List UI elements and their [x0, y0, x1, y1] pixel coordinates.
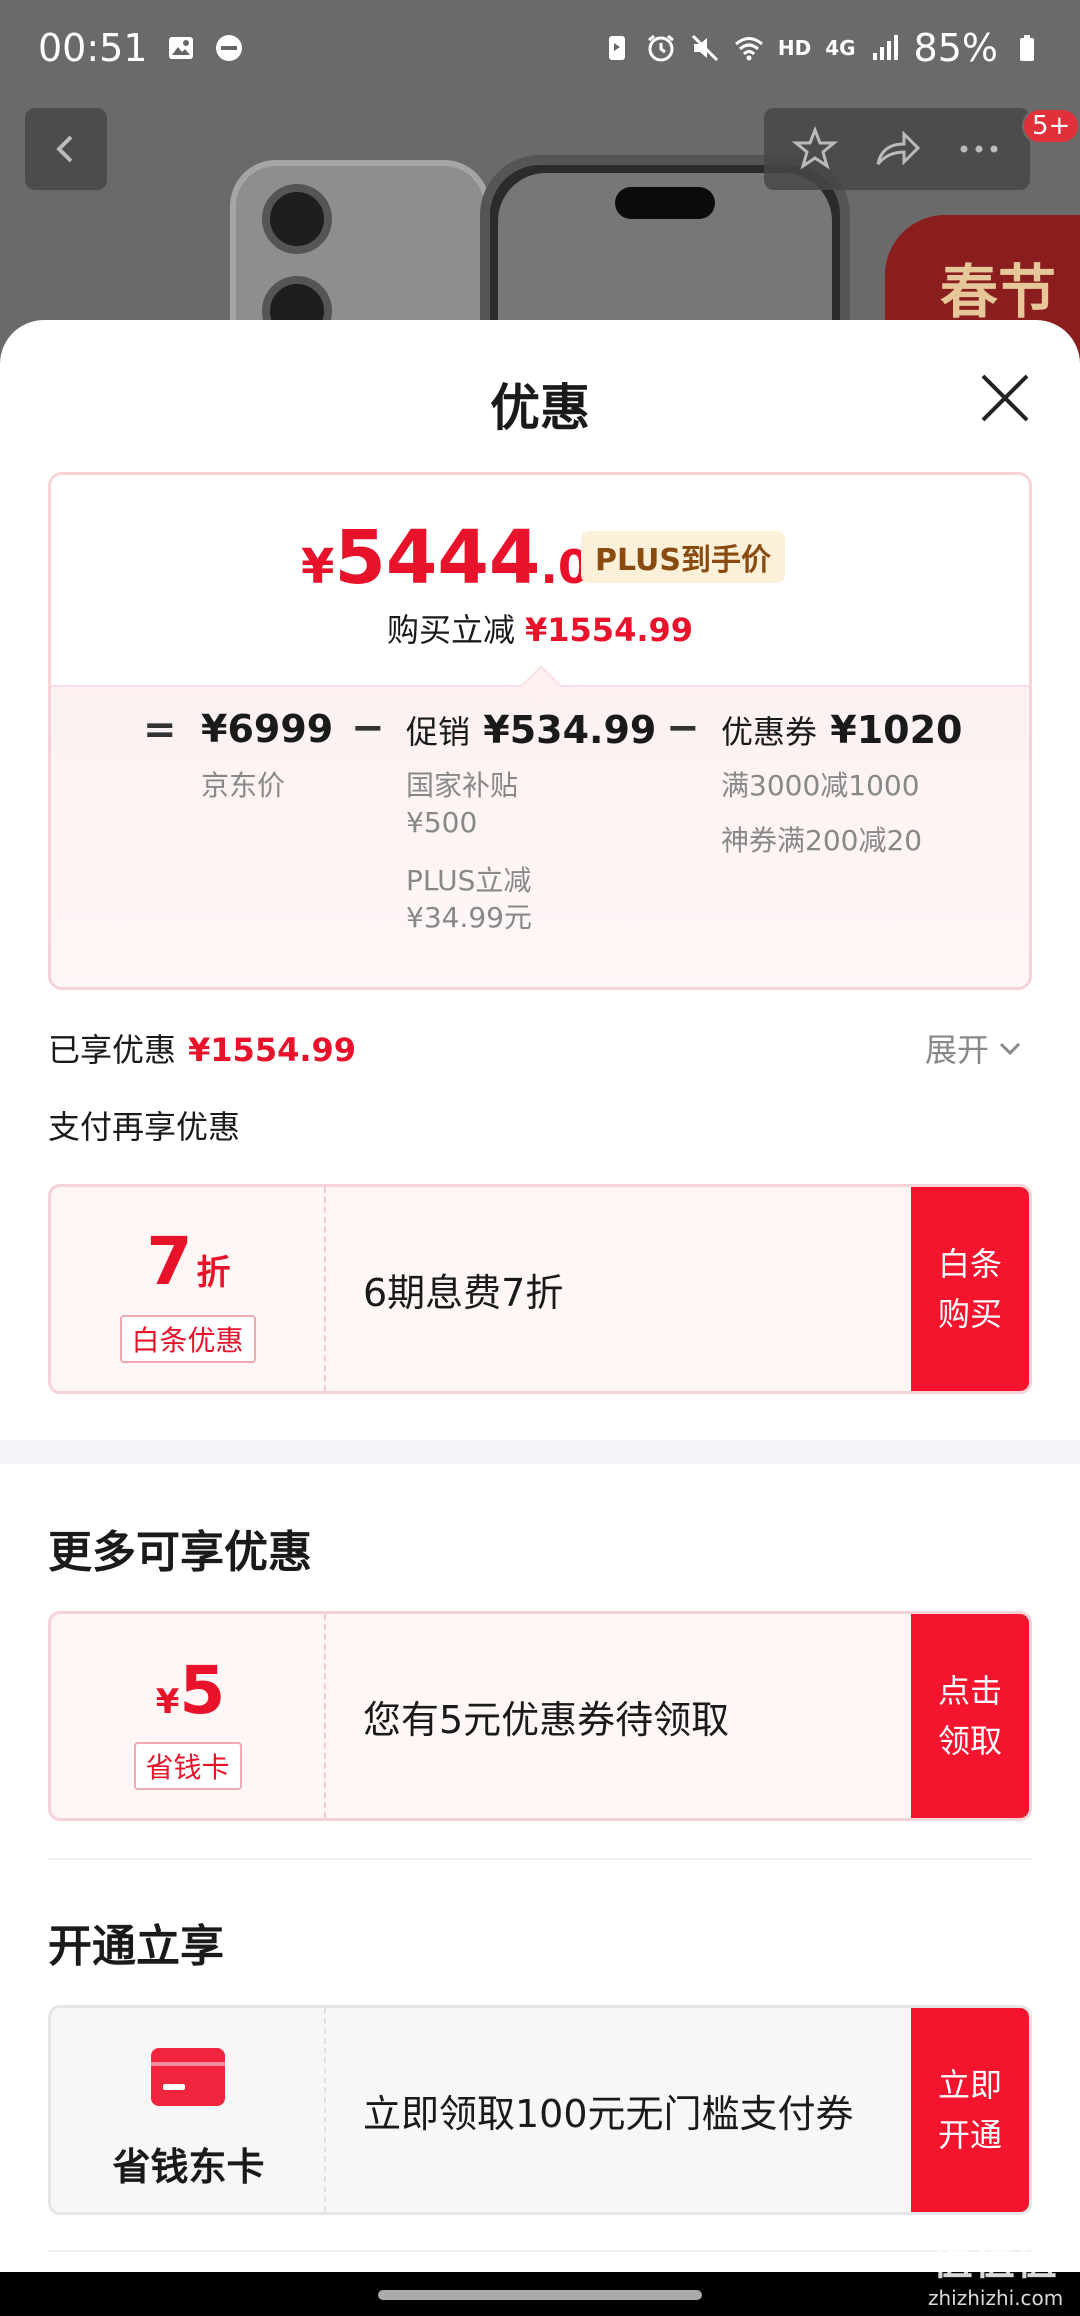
mute-icon: [691, 34, 718, 62]
coupon-amount: ¥1020: [830, 708, 963, 752]
enjoyed-discount: 已享优惠 ¥1554.99: [48, 1025, 356, 1071]
offer-description: 您有5元优惠券待领取: [363, 1697, 730, 1742]
plus-price-tag: PLUS到手价: [581, 531, 786, 583]
promo-detail-1-amount: ¥500: [406, 806, 478, 839]
discount-unit: 折: [196, 1253, 231, 1293]
currency-symbol: ¥: [301, 539, 335, 595]
jd-price: ¥6999: [201, 707, 334, 751]
purchase-discount: 购买立减 ¥1554.99: [51, 605, 1029, 651]
status-bar: 00:51 HD 4G 85%: [0, 0, 1080, 96]
activate-title: 开通立享: [48, 1921, 224, 1972]
enjoyed-label: 已享优惠: [48, 1031, 177, 1069]
alarm-icon: [647, 34, 674, 62]
hd-label: HD: [777, 36, 812, 60]
sheet-title: 优惠: [490, 379, 590, 437]
equals-sign: =: [143, 707, 177, 753]
offer-description: 立即领取100元无门槛支付券: [363, 2091, 854, 2136]
discount-value: 7折: [51, 1223, 326, 1300]
watermark-url: zhizhizhi.com: [928, 2286, 1064, 2310]
promo-label: 促销: [406, 713, 471, 751]
baitiao-tag: 白条优惠: [119, 1315, 256, 1363]
wifi-icon: [734, 37, 763, 61]
offer-badge: 省钱东卡: [51, 2008, 326, 2212]
promo-amount: ¥534.99: [483, 708, 657, 752]
coupon-number: 5: [179, 1652, 226, 1729]
gallery-icon: [168, 37, 193, 59]
nav-actions: [764, 108, 1030, 190]
clock: 00:51: [38, 26, 148, 70]
do-not-disturb-icon: [215, 35, 242, 61]
baitiao-offer-card: 7折 白条优惠 6期息费7折 白条购买: [48, 1184, 1032, 1394]
signal-icon: [872, 35, 898, 60]
nfc-icon: [608, 36, 625, 60]
more-offers-title: 更多可享优惠: [48, 1527, 312, 1578]
home-indicator[interactable]: [378, 2290, 702, 2300]
coupon-currency: ¥: [155, 1682, 180, 1722]
coupon-offer-card: ¥5 省钱卡 您有5元优惠券待领取 点击领取: [48, 1611, 1032, 1821]
saver-card-name: 省钱东卡: [112, 2145, 265, 2189]
star-icon[interactable]: [790, 124, 840, 174]
baitiao-buy-button[interactable]: 白条购买: [911, 1187, 1029, 1391]
top-nav: 5+: [0, 108, 1080, 192]
minus-sign: −: [666, 705, 700, 751]
message-badge: 5+: [1022, 108, 1080, 144]
price-breakdown-card: ¥5444.01 PLUS到手价 购买立减 ¥1554.99 = ¥6999 京东…: [48, 472, 1032, 990]
expand-label: 展开: [925, 1031, 990, 1069]
promo-total: 促销 ¥534.99: [406, 707, 656, 753]
coupon-label: 优惠券: [721, 713, 818, 751]
purchase-discount-label: 购买立减: [386, 611, 515, 649]
battery-percent: 85%: [913, 26, 998, 70]
section-gap: [0, 1440, 1080, 1464]
offer-badge: ¥5 省钱卡: [51, 1614, 326, 1818]
offer-description: 6期息费7折: [363, 1270, 564, 1315]
credit-card-icon: [151, 2048, 225, 2106]
coupon-value: ¥5: [51, 1652, 326, 1729]
enjoyed-amount: ¥1554.99: [188, 1031, 357, 1069]
coupon-total: 优惠券 ¥1020: [721, 707, 962, 753]
discount-sheet: 优惠 ¥5444.01 PLUS到手价 购买立减 ¥1554.99 = ¥6999…: [0, 320, 1080, 2316]
purchase-discount-amount: ¥1554.99: [525, 611, 694, 649]
watermark-logo: 值值值: [932, 2238, 1059, 2284]
camera-lens: [262, 184, 332, 254]
price-integer: 5444: [334, 515, 541, 601]
watermark: 值值值 zhizhizhi.com: [928, 2228, 1063, 2310]
promo-detail-1: 国家补贴: [406, 769, 519, 802]
close-icon[interactable]: [975, 368, 1035, 428]
chevron-left-icon: [56, 135, 73, 163]
price-formula: = ¥6999 京东价 − 促销 ¥534.99 国家补贴 ¥500 PLUS立…: [51, 685, 1029, 987]
final-price: ¥5444.01: [301, 515, 622, 601]
share-icon[interactable]: [872, 124, 922, 174]
coupon-detail-2: 神券满200减20: [721, 824, 923, 857]
coupon-detail-1: 满3000减1000: [721, 769, 920, 802]
divider: [48, 1858, 1032, 1860]
activate-button[interactable]: 立即开通: [911, 2008, 1029, 2212]
jd-price-label: 京东价: [201, 769, 286, 802]
offer-badge: 7折 白条优惠: [51, 1187, 326, 1391]
network-type: 4G: [825, 36, 856, 60]
promo-detail-2-amount: ¥34.99元: [406, 901, 532, 934]
pay-section-title: 支付再享优惠: [48, 1108, 241, 1146]
claim-coupon-button[interactable]: 点击领取: [911, 1614, 1029, 1818]
promo-detail-2: PLUS立减: [406, 864, 532, 897]
discount-number: 7: [146, 1223, 193, 1300]
back-button[interactable]: [25, 108, 107, 190]
more-icon[interactable]: [954, 124, 1004, 174]
minus-sign: −: [351, 705, 385, 751]
divider: [48, 2250, 1032, 2252]
expand-button[interactable]: 展开: [925, 1025, 1023, 1071]
saver-card-offer: 省钱东卡 立即领取100元无门槛支付券 立即开通: [48, 2005, 1032, 2215]
system-nav-bar: [0, 2272, 1080, 2316]
chevron-down-icon: [999, 1042, 1021, 1056]
saver-card-tag: 省钱卡: [133, 1742, 242, 1790]
battery-icon: [1020, 35, 1034, 61]
